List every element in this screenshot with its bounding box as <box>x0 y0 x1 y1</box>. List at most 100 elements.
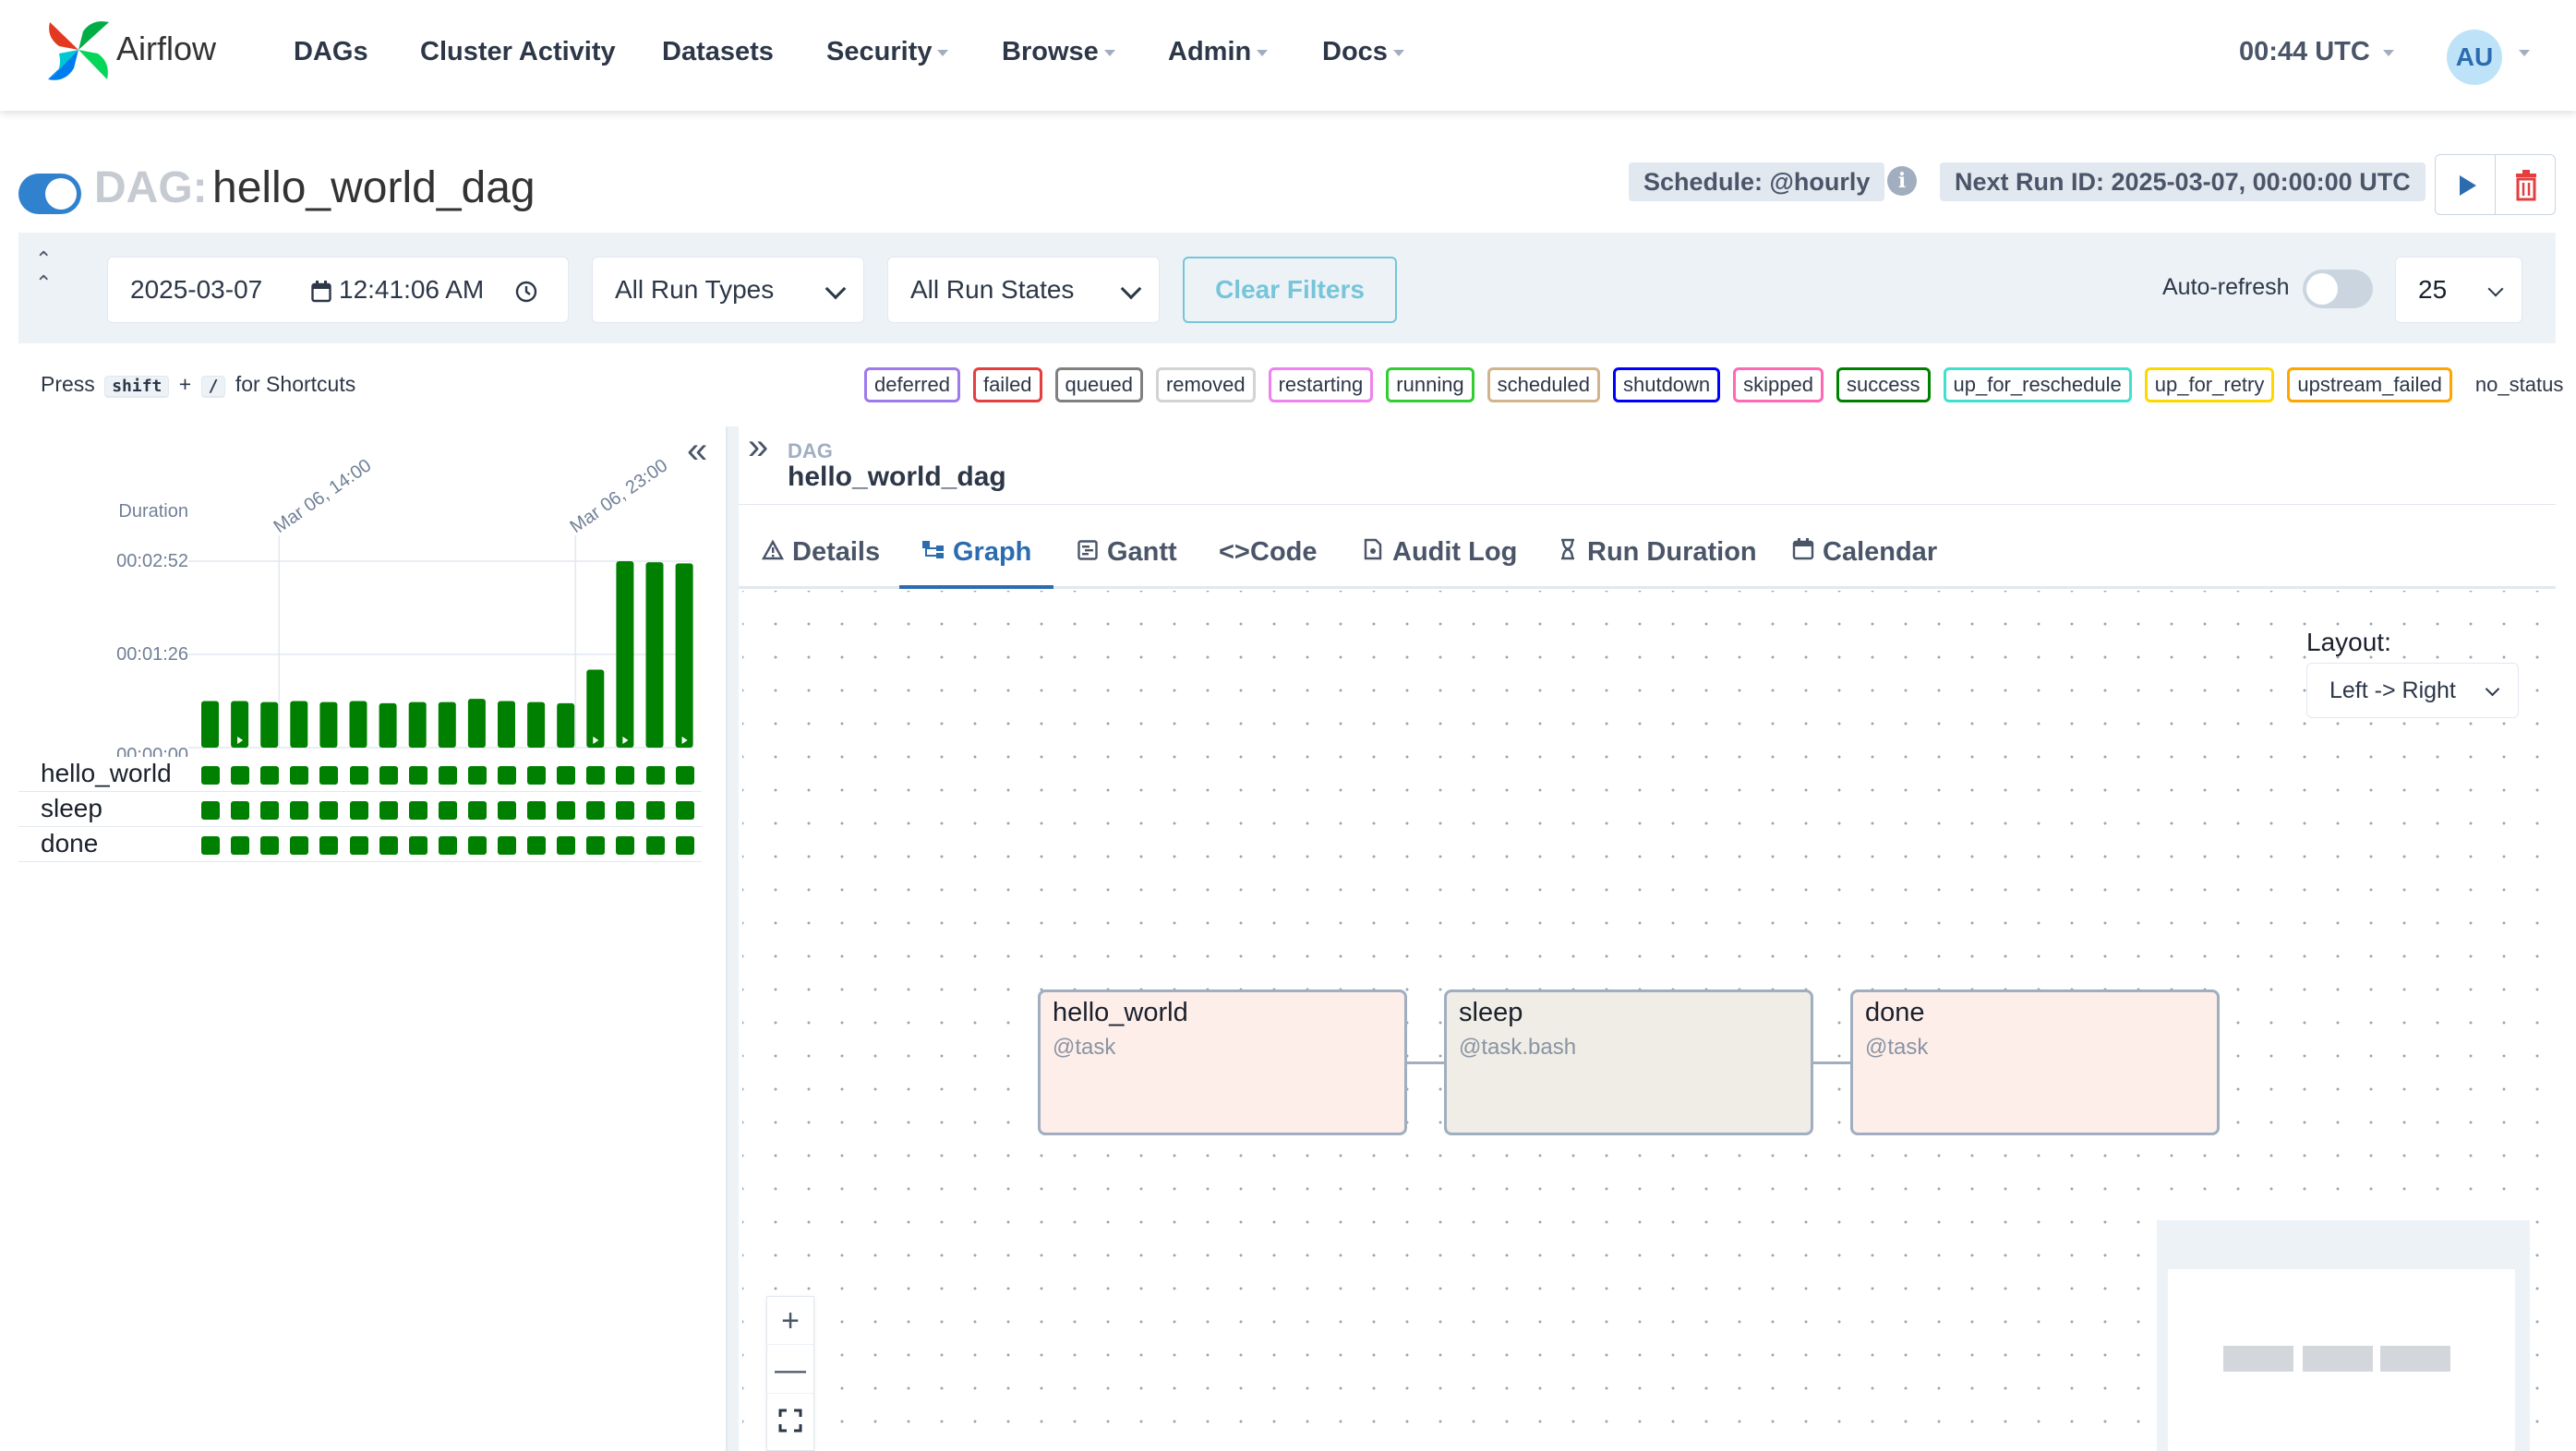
task-instance-cell[interactable] <box>408 836 427 855</box>
task-instance-cell[interactable] <box>586 766 606 785</box>
clock-icon[interactable] <box>514 258 538 322</box>
status-badge-up-for-reschedule[interactable]: up_for_reschedule <box>1943 367 2132 402</box>
task-instance-cell[interactable] <box>260 766 280 785</box>
tab-calendar[interactable]: Calendar <box>1791 515 1937 589</box>
task-instance-cell[interactable] <box>408 801 427 820</box>
task-instance-cell[interactable] <box>379 836 398 855</box>
task-instance-cell[interactable] <box>498 836 516 855</box>
nav-docs[interactable]: Docs <box>1322 37 1404 67</box>
status-badge-up-for-retry[interactable]: up_for_retry <box>2144 367 2275 402</box>
panel-resize-handle[interactable] <box>726 426 739 1451</box>
task-instance-cell[interactable] <box>557 801 576 820</box>
task-instance-cell[interactable] <box>616 801 635 820</box>
zoom-out-icon[interactable]: — <box>767 1346 813 1394</box>
tab-code[interactable]: <>Code <box>1219 515 1318 589</box>
task-instance-cell[interactable] <box>645 766 665 785</box>
status-badge-running[interactable]: running <box>1386 367 1475 402</box>
task-instance-cell[interactable] <box>319 836 339 855</box>
task-instance-cell[interactable] <box>319 801 339 820</box>
task-instance-cell[interactable] <box>260 836 280 855</box>
task-instance-cell[interactable] <box>616 766 635 785</box>
task-instance-cell[interactable] <box>349 836 368 855</box>
dag-pause-toggle[interactable] <box>18 174 81 214</box>
task-node-hello-world[interactable]: hello_world @task <box>1038 989 1407 1135</box>
task-instance-cell[interactable] <box>645 836 665 855</box>
task-instance-cell[interactable] <box>319 766 339 785</box>
airflow-logo-icon[interactable] <box>44 17 113 83</box>
task-instance-cell[interactable] <box>467 766 487 785</box>
run-type-select[interactable]: All Run Types <box>592 257 864 323</box>
task-instance-cell[interactable] <box>527 836 547 855</box>
task-instance-cell[interactable] <box>557 836 576 855</box>
task-node-sleep[interactable]: sleep @task.bash <box>1444 989 1813 1135</box>
status-badge-removed[interactable]: removed <box>1155 367 1256 402</box>
user-avatar[interactable]: AU <box>2447 30 2502 85</box>
task-instance-cell[interactable] <box>527 766 547 785</box>
chevron-down-icon[interactable] <box>2519 50 2530 56</box>
status-badge-shutdown[interactable]: shutdown <box>1612 367 1721 402</box>
task-instance-cell[interactable] <box>379 801 398 820</box>
expand-panel-icon[interactable]: » <box>748 426 768 468</box>
status-badge-restarting[interactable]: restarting <box>1268 367 1374 402</box>
clear-filters-button[interactable]: Clear Filters <box>1183 257 1397 323</box>
page-size-select[interactable]: 25 <box>2395 257 2522 323</box>
task-instance-cell[interactable] <box>467 836 487 855</box>
task-instance-cell[interactable] <box>467 801 487 820</box>
zoom-in-icon[interactable]: + <box>767 1297 813 1345</box>
task-instance-cell[interactable] <box>645 801 665 820</box>
task-instance-cell[interactable] <box>290 801 309 820</box>
task-name[interactable]: hello_world <box>41 759 172 788</box>
status-badge-skipped[interactable]: skipped <box>1733 367 1824 402</box>
task-instance-cell[interactable] <box>675 766 694 785</box>
task-instance-cell[interactable] <box>408 766 427 785</box>
task-instance-cell[interactable] <box>586 801 606 820</box>
status-badge-scheduled[interactable]: scheduled <box>1487 367 1600 402</box>
base-date-input[interactable]: 2025-03-07 12:41:06 AM <box>107 257 569 323</box>
task-instance-cell[interactable] <box>201 766 220 785</box>
task-instance-cell[interactable] <box>438 766 457 785</box>
task-instance-cell[interactable] <box>260 801 280 820</box>
trigger-dag-button[interactable] <box>2435 154 2496 215</box>
status-badge-success[interactable]: success <box>1836 367 1931 402</box>
task-instance-cell[interactable] <box>290 766 309 785</box>
task-instance-cell[interactable] <box>201 801 220 820</box>
task-instance-cell[interactable] <box>349 766 368 785</box>
task-instance-cell[interactable] <box>616 836 635 855</box>
status-badge-deferred[interactable]: deferred <box>864 367 960 402</box>
task-instance-cell[interactable] <box>675 801 694 820</box>
info-icon[interactable]: i <box>1887 166 1917 196</box>
fit-view-icon[interactable] <box>767 1395 813 1443</box>
task-instance-cell[interactable] <box>498 766 516 785</box>
task-node-done[interactable]: done @task <box>1850 989 2220 1135</box>
task-instance-cell[interactable] <box>201 836 220 855</box>
calendar-icon[interactable] <box>311 258 331 322</box>
collapse-header-icon[interactable]: ⌃ ⌃ <box>35 247 52 295</box>
nav-security[interactable]: Security <box>826 37 949 67</box>
status-badge-upstream-failed[interactable]: upstream_failed <box>2287 367 2452 402</box>
layout-select[interactable]: Left -> Right <box>2306 663 2519 718</box>
task-name[interactable]: sleep <box>41 794 102 823</box>
tab-gantt[interactable]: Gantt <box>1076 515 1177 589</box>
status-badge-no-status[interactable]: no_status <box>2465 367 2573 402</box>
task-instance-cell[interactable] <box>438 801 457 820</box>
task-instance-cell[interactable] <box>557 766 576 785</box>
nav-dags[interactable]: DAGs <box>294 37 368 67</box>
status-badge-failed[interactable]: failed <box>972 367 1042 402</box>
delete-dag-button[interactable] <box>2495 154 2556 215</box>
tab-run-duration[interactable]: Run Duration <box>1556 515 1757 589</box>
tab-graph[interactable]: Graph <box>899 515 1054 589</box>
task-name[interactable]: done <box>41 829 98 858</box>
task-instance-cell[interactable] <box>675 836 694 855</box>
task-instance-cell[interactable] <box>349 801 368 820</box>
nav-datasets[interactable]: Datasets <box>662 37 774 67</box>
nav-browse[interactable]: Browse <box>1002 37 1115 67</box>
task-instance-cell[interactable] <box>379 766 398 785</box>
task-instance-cell[interactable] <box>438 836 457 855</box>
task-instance-cell[interactable] <box>231 766 250 785</box>
nav-admin[interactable]: Admin <box>1168 37 1269 67</box>
task-instance-cell[interactable] <box>231 836 250 855</box>
nav-cluster-activity[interactable]: Cluster Activity <box>420 37 616 67</box>
task-instance-cell[interactable] <box>586 836 606 855</box>
tab-audit-log[interactable]: Audit Log <box>1361 515 1517 589</box>
breadcrumb-dag-name[interactable]: hello_world_dag <box>788 462 1006 493</box>
